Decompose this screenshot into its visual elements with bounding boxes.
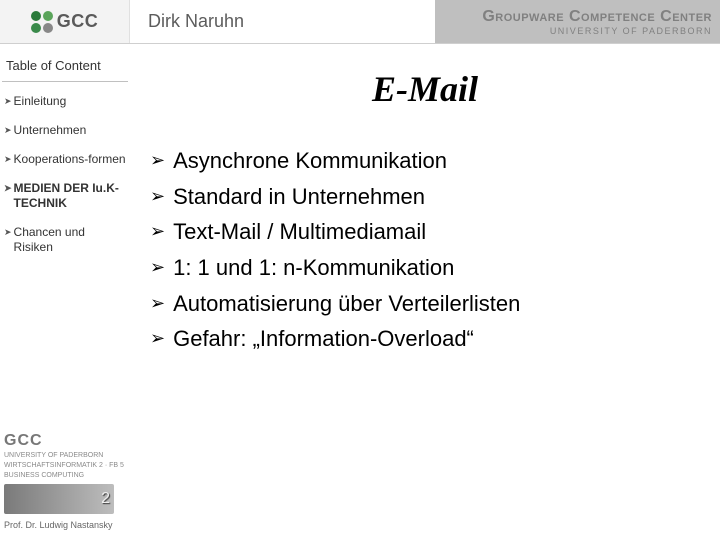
bullet-arrow-icon: ➢ bbox=[150, 324, 165, 352]
toc-item-label: Einleitung bbox=[14, 94, 67, 109]
toc-item-medien[interactable]: ➤ MEDIEN DER Iu.K-TECHNIK bbox=[0, 177, 130, 221]
bullet-item: ➢ Automatisierung über Verteilerlisten bbox=[150, 289, 710, 319]
gcc-logo-text: GCC bbox=[57, 11, 99, 32]
bullet-text: Text-Mail / Multimediamail bbox=[173, 217, 426, 247]
chevron-right-icon: ➤ bbox=[4, 181, 12, 196]
chevron-right-icon: ➤ bbox=[4, 123, 12, 138]
toc-item-chancen[interactable]: ➤ Chancen und Risiken bbox=[0, 221, 130, 265]
bullet-arrow-icon: ➢ bbox=[150, 146, 165, 174]
org-sub: UNIVERSITY OF PADERBORN bbox=[550, 26, 712, 36]
bullet-item: ➢ Standard in Unternehmen bbox=[150, 182, 710, 212]
sidebar-footer: GCC UNIVERSITY OF PADERBORN WIRTSCHAFTSI… bbox=[4, 432, 126, 530]
sidebar: Table of Content ➤ Einleitung ➤ Unterneh… bbox=[0, 44, 130, 540]
toc-item-unternehmen[interactable]: ➤ Unternehmen bbox=[0, 119, 130, 148]
footer-gcc-text: GCC bbox=[4, 432, 43, 450]
bullet-arrow-icon: ➢ bbox=[150, 253, 165, 281]
business-computing-badge: 2 bbox=[4, 484, 114, 514]
bullet-text: Standard in Unternehmen bbox=[173, 182, 425, 212]
toc-item-einleitung[interactable]: ➤ Einleitung bbox=[0, 90, 130, 119]
header: GCC Dirk Naruhn Groupware Competence Cen… bbox=[0, 0, 720, 44]
org-main: Groupware Competence Center bbox=[482, 8, 712, 26]
bullet-text: 1: 1 und 1: n-Kommunikation bbox=[173, 253, 454, 283]
bullet-item: ➢ Gefahr: „Information-Overload“ bbox=[150, 324, 710, 354]
toc-item-kooperationsformen[interactable]: ➤ Kooperations-formen bbox=[0, 148, 130, 177]
chevron-right-icon: ➤ bbox=[4, 152, 12, 167]
bullet-item: ➢ Text-Mail / Multimediamail bbox=[150, 217, 710, 247]
bullet-item: ➢ Asynchrone Kommunikation bbox=[150, 146, 710, 176]
toc-item-label: Kooperations-formen bbox=[14, 152, 126, 167]
chevron-right-icon: ➤ bbox=[4, 225, 12, 240]
bullet-arrow-icon: ➢ bbox=[150, 217, 165, 245]
bullet-text: Asynchrone Kommunikation bbox=[173, 146, 447, 176]
bullet-text: Automatisierung über Verteilerlisten bbox=[173, 289, 520, 319]
footer-uni-line2: WIRTSCHAFTSINFORMATIK 2 · FB 5 bbox=[4, 462, 124, 470]
toc-title: Table of Content bbox=[2, 54, 128, 82]
toc-item-label: MEDIEN DER Iu.K-TECHNIK bbox=[14, 181, 126, 211]
org-banner: Groupware Competence Center UNIVERSITY O… bbox=[435, 0, 720, 43]
header-logo-area: GCC bbox=[0, 0, 130, 43]
main-content: E-Mail ➢ Asynchrone Kommunikation ➢ Standa… bbox=[130, 44, 720, 540]
bullet-text: Gefahr: „Information-Overload“ bbox=[173, 324, 474, 354]
footer-uni-line1: UNIVERSITY OF PADERBORN bbox=[4, 452, 103, 460]
footer-bc-label: BUSINESS COMPUTING bbox=[4, 472, 84, 480]
slide-title: E-Mail bbox=[140, 68, 710, 110]
toc-item-label: Unternehmen bbox=[14, 123, 87, 138]
gcc-logo-icon bbox=[31, 11, 53, 33]
presenter-name: Dirk Naruhn bbox=[130, 0, 435, 43]
bullet-item: ➢ 1: 1 und 1: n-Kommunikation bbox=[150, 253, 710, 283]
gcc-logo: GCC bbox=[31, 11, 99, 33]
bullet-arrow-icon: ➢ bbox=[150, 289, 165, 317]
chevron-right-icon: ➤ bbox=[4, 94, 12, 109]
toc-item-label: Chancen und Risiken bbox=[14, 225, 126, 255]
bullet-list: ➢ Asynchrone Kommunikation ➢ Standard in U… bbox=[140, 146, 710, 354]
professor-name: Prof. Dr. Ludwig Nastansky bbox=[4, 520, 126, 530]
bullet-arrow-icon: ➢ bbox=[150, 182, 165, 210]
bc-number: 2 bbox=[101, 490, 110, 508]
